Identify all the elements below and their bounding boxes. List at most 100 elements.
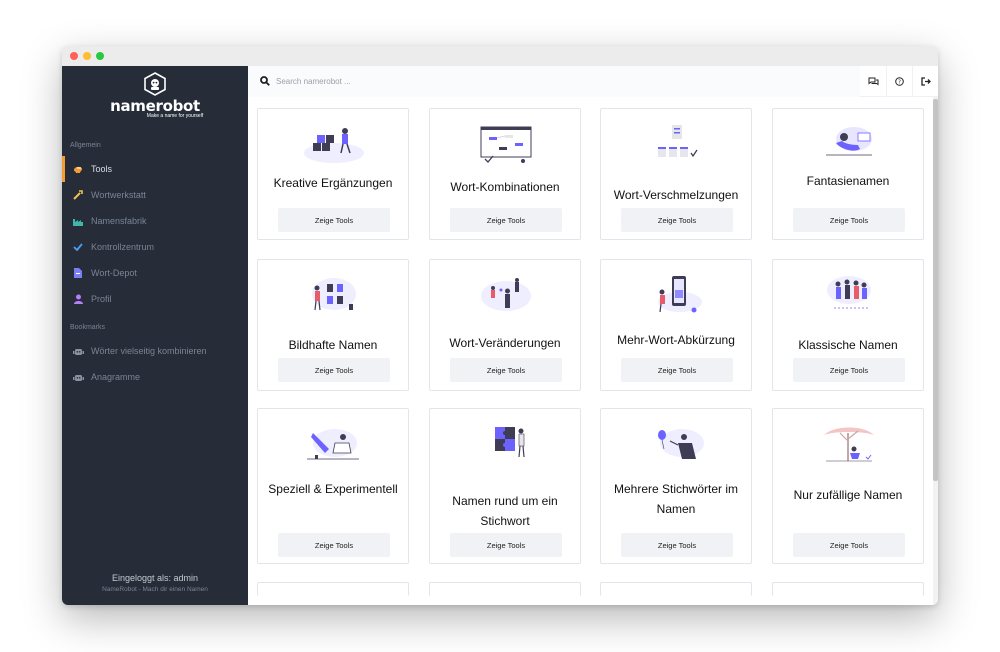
svg-text:?: ?	[898, 79, 901, 85]
section-label-general: Allgemein	[70, 142, 101, 149]
tool-card: Wort-Kombinationen Zeige Tools	[429, 108, 581, 240]
scrollbar-thumb[interactable]	[933, 99, 938, 481]
bookmark-item-woerter-kombinieren[interactable]: Wörter vielseitig kombinieren	[62, 338, 248, 364]
close-window-button[interactable]	[70, 52, 78, 60]
wand-icon	[71, 190, 85, 200]
main-content: ? Kreative Ergänzungen Zeige Tools Wort-…	[248, 66, 938, 605]
robot-icon	[71, 373, 85, 382]
sidebar-item-namensfabrik[interactable]: Namensfabrik	[62, 208, 248, 234]
sidebar-item-profil[interactable]: Profil	[62, 286, 248, 312]
file-icon	[71, 268, 85, 278]
tool-card-partial	[429, 582, 581, 596]
show-tools-button[interactable]: Zeige Tools	[450, 358, 562, 382]
show-tools-button[interactable]: Zeige Tools	[450, 533, 562, 557]
sidebar-footer: Eingeloggt als: admin NameRobot - Mach d…	[62, 573, 248, 593]
show-tools-button[interactable]: Zeige Tools	[278, 533, 390, 557]
section-label-bookmarks: Bookmarks	[70, 324, 106, 331]
search-input[interactable]	[276, 76, 576, 86]
help-button[interactable]: ?	[886, 66, 912, 97]
show-tools-button[interactable]: Zeige Tools	[450, 208, 562, 232]
show-tools-button[interactable]: Zeige Tools	[793, 208, 905, 232]
tool-card: Kreative Ergänzungen Zeige Tools	[257, 108, 409, 240]
sidebar: namerobot Make a name for yourself Allge…	[62, 66, 248, 605]
dreamer-illustration	[826, 127, 872, 156]
chat-icon	[868, 77, 878, 85]
tool-card: Fantasienamen Zeige Tools	[772, 108, 924, 240]
tool-card-title: Namen rund um ein Stichwort	[452, 494, 558, 528]
search-icon[interactable]	[260, 76, 270, 86]
tool-card: Wort-Veränderungen Zeige Tools	[429, 259, 581, 391]
factory-icon	[71, 217, 85, 226]
app-window: namerobot Make a name for yourself Allge…	[62, 46, 938, 605]
tool-card-title: Kreative Ergänzungen	[273, 176, 393, 190]
minimize-window-button[interactable]	[83, 52, 91, 60]
robot-icon	[71, 347, 85, 356]
check-icon	[71, 243, 85, 251]
sidebar-item-wort-depot[interactable]: Wort-Depot	[62, 260, 248, 286]
puzzle-illustration	[495, 427, 525, 458]
help-icon: ?	[895, 76, 904, 86]
sidebar-item-kontrollzentrum[interactable]: Kontrollzentrum	[62, 234, 248, 260]
top-bar: ?	[248, 66, 938, 97]
diagram-board-illustration	[480, 126, 532, 163]
main-scrollbar[interactable]	[933, 97, 938, 605]
show-tools-button[interactable]: Zeige Tools	[621, 208, 733, 232]
tool-card-title: Wort-Verschmelzungen	[613, 188, 739, 202]
tool-card-title: Nur zufällige Namen	[793, 488, 903, 502]
bookmark-item-label: Anagramme	[91, 372, 141, 382]
tool-card: Mehr-Wort-Abkürzung Zeige Tools	[600, 259, 752, 391]
brand-logo[interactable]: namerobot Make a name for yourself	[62, 66, 248, 130]
show-tools-button[interactable]: Zeige Tools	[793, 358, 905, 382]
title-bar	[62, 46, 938, 66]
logout-icon	[920, 76, 931, 86]
tool-card-partial	[772, 582, 924, 596]
sidebar-item-label: Profil	[91, 294, 112, 304]
tool-card: Namen rund um ein Stichwort Zeige Tools	[429, 408, 581, 564]
documents-illustration	[658, 125, 698, 158]
maximize-window-button[interactable]	[96, 52, 104, 60]
tool-card-title: Wort-Veränderungen	[449, 336, 561, 350]
logout-button[interactable]	[912, 66, 938, 97]
tool-card-title: Mehr-Wort-Abkürzung	[617, 333, 735, 347]
tool-card-title: Speziell & Experimentell	[268, 482, 398, 496]
tool-card-title: Bildhafte Namen	[288, 338, 378, 352]
tool-card: Mehrere Stichwörter im Namen Zeige Tools	[600, 408, 752, 564]
tool-card: Klassische Namen Zeige Tools	[772, 259, 924, 391]
sidebar-item-label: Namensfabrik	[91, 216, 147, 226]
tool-card: Bildhafte Namen Zeige Tools	[257, 259, 409, 391]
tool-card: Wort-Verschmelzungen Zeige Tools	[600, 108, 752, 240]
bookmark-item-anagramme[interactable]: Anagramme	[62, 364, 248, 390]
show-tools-button[interactable]: Zeige Tools	[621, 358, 733, 382]
wardrobe-illustration	[312, 278, 356, 311]
sidebar-item-label: Kontrollzentrum	[91, 242, 155, 252]
brand-tagline: Make a name for yourself	[146, 113, 204, 119]
chat-button[interactable]	[860, 66, 886, 97]
bookmark-item-label: Wörter vielseitig kombinieren	[91, 346, 207, 356]
tool-card-title: Fantasienamen	[806, 174, 890, 188]
tool-card-partial	[257, 582, 409, 596]
tool-card-title: Wort-Kombinationen	[450, 180, 560, 194]
tree-illustration	[824, 427, 874, 462]
footer-tagline: NameRobot - Mach dir einen Namen	[102, 586, 208, 593]
sidebar-item-label: Wortwerkstatt	[91, 190, 146, 200]
balloon-illustration	[658, 429, 704, 459]
tool-card-title: Mehrere Stichwörter im Namen	[613, 482, 739, 516]
boxes-illustration	[304, 128, 364, 163]
tool-card-partial	[600, 582, 752, 596]
show-tools-button[interactable]: Zeige Tools	[621, 533, 733, 557]
brand-name: namerobot	[110, 97, 200, 115]
group-illustration	[827, 276, 871, 309]
reading-illustration	[307, 429, 359, 460]
sidebar-item-wortwerkstatt[interactable]: Wortwerkstatt	[62, 182, 248, 208]
brain-icon	[71, 165, 85, 174]
sidebar-item-tools[interactable]: Tools	[62, 156, 248, 182]
robot-hexagon-icon	[144, 72, 166, 96]
show-tools-button[interactable]: Zeige Tools	[278, 358, 390, 382]
sidebar-item-label: Wort-Depot	[91, 268, 137, 278]
tool-card: Speziell & Experimentell Zeige Tools	[257, 408, 409, 564]
tool-card: Nur zufällige Namen Zeige Tools	[772, 408, 924, 564]
show-tools-button[interactable]: Zeige Tools	[793, 533, 905, 557]
show-tools-button[interactable]: Zeige Tools	[278, 208, 390, 232]
search-bar	[248, 66, 860, 97]
presentation-illustration	[481, 278, 531, 311]
